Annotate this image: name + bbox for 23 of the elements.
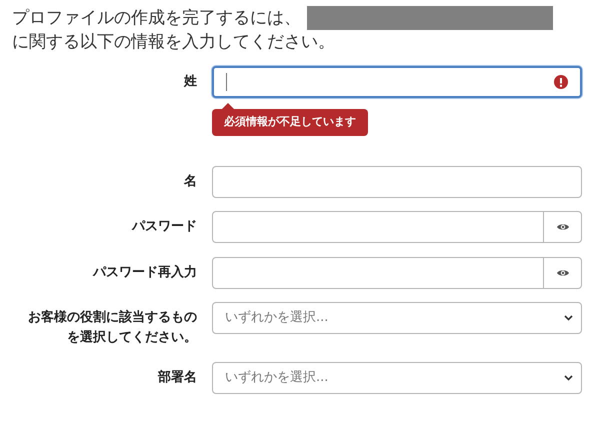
intro-text: に関する以下の情報を入力してください。 bbox=[12, 32, 335, 52]
eye-icon bbox=[556, 222, 570, 232]
error-icon bbox=[554, 75, 568, 89]
chevron-down-icon bbox=[564, 374, 573, 380]
field-label: パスワード bbox=[132, 218, 197, 236]
select-field[interactable]: いずれかを選択... bbox=[212, 302, 582, 334]
text-field[interactable] bbox=[212, 166, 582, 198]
select-field[interactable]: いずれかを選択... bbox=[212, 362, 582, 394]
eye-icon bbox=[556, 268, 570, 278]
error-tooltip: 必須情報が不足しています bbox=[212, 103, 368, 136]
field-label: 部署名 bbox=[158, 368, 197, 386]
password-field[interactable] bbox=[212, 256, 582, 288]
text-field[interactable] bbox=[212, 66, 582, 98]
password-field[interactable] bbox=[212, 210, 582, 242]
field-label: 名 bbox=[184, 172, 197, 190]
select-placeholder: いずれかを選択... bbox=[225, 368, 330, 387]
intro-text: プロファイルの作成を完了するには、 bbox=[12, 7, 301, 30]
chevron-down-icon bbox=[564, 314, 573, 320]
field-label: 姓 bbox=[184, 73, 197, 91]
field-label: お客様の役割に該当するものを選択してください。 bbox=[27, 308, 197, 346]
text-cursor bbox=[226, 73, 227, 91]
field-label: パスワード再入力 bbox=[93, 264, 197, 282]
select-placeholder: いずれかを選択... bbox=[225, 308, 330, 327]
